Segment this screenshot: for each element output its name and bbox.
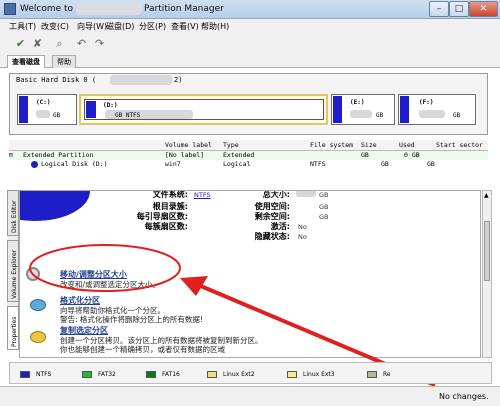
legend-fat16-label: FAT16 [162, 371, 180, 378]
legend-reserved-label: Re [383, 371, 391, 378]
status-text: No changes. [439, 392, 489, 401]
annotation-overlay [29, 244, 436, 387]
legend-reserved: Re [367, 371, 391, 378]
legend-ext2: Linux Ext2 [207, 371, 255, 378]
highlight-ellipse [29, 244, 181, 292]
legend-swatch [287, 371, 297, 378]
legend-fat16: FAT16 [146, 371, 180, 378]
file-system-legend: NTFS FAT32 FAT16 Linux Ext2 Linux Ext3 R… [9, 362, 492, 384]
status-bar: No changes. [0, 386, 500, 406]
legend-ext2-label: Linux Ext2 [223, 371, 255, 378]
legend-ext3: Linux Ext3 [287, 371, 335, 378]
legend-swatch [20, 371, 30, 378]
legend-ntfs: NTFS [20, 371, 51, 378]
legend-ntfs-label: NTFS [36, 371, 52, 378]
legend-swatch [207, 371, 217, 378]
legend-ext3-label: Linux Ext3 [303, 371, 335, 378]
legend-swatch [367, 371, 377, 378]
legend-swatch [82, 371, 92, 378]
legend-swatch [146, 371, 156, 378]
legend-fat32: FAT32 [82, 371, 116, 378]
legend-fat32-label: FAT32 [98, 371, 116, 378]
